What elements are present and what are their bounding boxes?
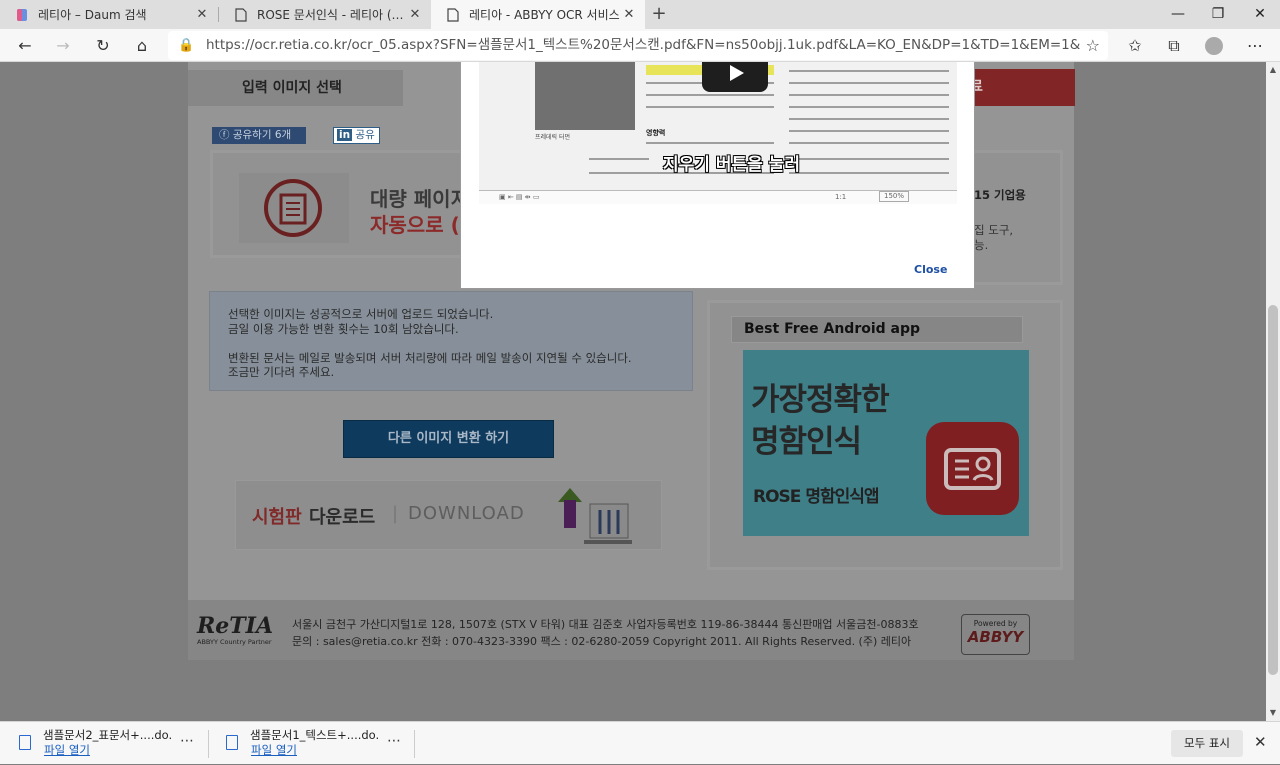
close-tab-icon[interactable]: ✕ [407, 7, 423, 22]
download-item[interactable]: 샘플문서2_표문서+....do... 파일 열기 ⋯ [0, 722, 206, 765]
page-icon [447, 7, 459, 22]
banner-title: 대량 페이지 [370, 187, 469, 211]
viewer-toolbar: ▣ ⇤ ▤ ⇹ ▭ 1:1 150% [479, 190, 957, 204]
fit-label: 1:1 [835, 193, 847, 201]
show-all-downloads-button[interactable]: 모두 표시 [1171, 730, 1243, 757]
download-item[interactable]: 샘플문서1_텍스트+....do... 파일 열기 ⋯ [207, 722, 413, 765]
close-tab-icon[interactable]: ✕ [194, 7, 210, 22]
more-menu-icon[interactable]: ⋯ [1242, 33, 1268, 59]
step-label: 입력 이미지 선택 [188, 70, 403, 106]
close-downloads-bar-icon[interactable]: ✕ [1254, 733, 1267, 751]
close-popup-link[interactable]: Close [914, 263, 947, 276]
download-options-icon[interactable]: ⋯ [180, 733, 194, 749]
powered-by-abbyy-logo: Powered by ABBYY [961, 614, 1030, 655]
divider: | [392, 503, 399, 524]
retia-logo: ReTIA ABBYY Country Partner [197, 613, 274, 646]
tutorial-popup: 프레데릭 터먼 영향력 지우기 버튼을 눌러 ▣ ⇤ ▤ ⇹ ▭ 1:1 150… [460, 62, 975, 289]
lock-icon: 🔒 [178, 38, 195, 53]
close-tab-icon[interactable]: ✕ [621, 7, 637, 22]
page-scrollbar[interactable]: ▲ ▼ [1266, 62, 1280, 721]
tab-abbyy-ocr[interactable]: 레티아 - ABBYY OCR 서비스 ✕ [431, 0, 645, 29]
video-caption: 지우기 버튼을 눌러 [663, 155, 800, 175]
download-label-en: DOWNLOAD [408, 503, 525, 524]
scrollbar-thumb[interactable] [1268, 305, 1278, 675]
banner-subtitle: 자동으로 ( [370, 213, 460, 237]
home-icon[interactable]: ⌂ [129, 33, 155, 59]
tab-title: ROSE 문서인식 - 레티아 (ReTIA) [257, 8, 407, 22]
ad-headline-2: 명함인식 [751, 424, 862, 460]
profile-avatar-icon[interactable] [1201, 33, 1227, 59]
collections-icon[interactable]: ⧉ [1161, 33, 1187, 59]
android-app-ad: Best Free Android app 가장정확한 명함인식 ROSE 명함… [707, 300, 1063, 570]
minimize-icon[interactable]: — [1158, 0, 1198, 29]
download-filename: 샘플문서2_표문서+....do... [43, 728, 173, 742]
download-label: 다운로드 [309, 507, 376, 528]
daum-favicon-icon [17, 8, 27, 21]
refresh-icon[interactable]: ↻ [90, 33, 116, 59]
ad-heading: Best Free Android app [731, 316, 1023, 343]
tab-strip: 레티아 – Daum 검색 ✕ ROSE 문서인식 - 레티아 (ReTIA) … [0, 0, 1280, 29]
business-card-app-ad-image[interactable]: 가장정확한 명함인식 ROSE 명함인식앱 [743, 350, 1029, 536]
product-info-title: 15 기업용 [974, 188, 1026, 202]
favorites-icon[interactable]: ✩ [1122, 33, 1148, 59]
doc-heading: 영향력 [646, 129, 666, 137]
word-file-icon [226, 735, 238, 750]
linkedin-icon: in [337, 129, 353, 141]
close-window-icon[interactable]: ✕ [1240, 0, 1280, 29]
install-icon [558, 488, 632, 544]
portrait-photo [535, 62, 635, 130]
address-bar[interactable]: 🔒 https://ocr.retia.co.kr/ocr_05.aspx?SF… [168, 31, 1108, 60]
tab-title: 레티아 - ABBYY OCR 서비스 [469, 8, 620, 22]
zoom-select[interactable]: 150% [879, 191, 910, 202]
upload-status-message: 선택한 이미지는 성공적으로 서버에 업로드 되었습니다. 금일 이용 가능한 … [209, 291, 693, 391]
page-footer: ReTIA ABBYY Country Partner 서울시 금천구 가산디지… [188, 600, 1074, 660]
back-icon[interactable]: ← [12, 33, 38, 59]
company-info: 서울시 금천구 가산디지털1로 128, 1507호 (STX V 타워) 대표… [292, 618, 919, 648]
page-icon [235, 7, 247, 22]
download-options-icon[interactable]: ⋯ [387, 733, 401, 749]
scroll-up-icon[interactable]: ▲ [1266, 65, 1280, 74]
business-card-icon [926, 422, 1019, 515]
open-file-link[interactable]: 파일 열기 [44, 742, 90, 758]
favorite-star-icon[interactable]: ☆ [1079, 31, 1100, 60]
photo-caption: 프레데릭 터먼 [535, 134, 571, 141]
linkedin-share-button[interactable]: in 공유 [333, 127, 380, 144]
product-info-text: 집 도구, 능. [974, 223, 1014, 252]
scroll-down-icon[interactable]: ▼ [1266, 708, 1280, 717]
word-file-icon [19, 735, 31, 750]
document-cycle-icon [239, 173, 349, 243]
tutorial-video[interactable]: 프레데릭 터먼 영향력 지우기 버튼을 눌러 ▣ ⇤ ▤ ⇹ ▭ 1:1 150… [479, 62, 957, 204]
forward-icon[interactable]: → [50, 33, 76, 59]
downloads-bar: 샘플문서2_표문서+....do... 파일 열기 ⋯ 샘플문서1_텍스트+..… [0, 721, 1280, 764]
tab-daum-search[interactable]: 레티아 – Daum 검색 ✕ [0, 0, 218, 29]
trial-download-banner[interactable]: 시험판 다운로드 | DOWNLOAD [235, 480, 662, 550]
new-tab-icon[interactable]: + [648, 3, 670, 25]
page-view-icons[interactable]: ▣ ⇤ ▤ ⇹ ▭ [499, 193, 539, 201]
open-file-link[interactable]: 파일 열기 [251, 742, 297, 758]
restore-icon[interactable]: ❐ [1198, 0, 1238, 29]
divider [414, 730, 415, 758]
facebook-share-button[interactable]: ⓕ 공유하기 6개 [212, 127, 306, 144]
download-filename: 샘플문서1_텍스트+....do... [250, 728, 380, 742]
tab-title: 레티아 – Daum 검색 [38, 8, 147, 22]
navigation-bar: ← → ↻ ⌂ 🔒 https://ocr.retia.co.kr/ocr_05… [0, 29, 1280, 62]
convert-another-image-button[interactable]: 다른 이미지 변환 하기 [343, 420, 554, 458]
trial-label: 시험판 [252, 507, 302, 528]
url-text: https://ocr.retia.co.kr/ocr_05.aspx?SFN=… [206, 37, 1094, 53]
tab-rose-ocr[interactable]: ROSE 문서인식 - 레티아 (ReTIA) ✕ [219, 0, 431, 29]
play-button-icon[interactable] [702, 62, 768, 92]
ad-app-name: ROSE 명함인식앱 [753, 487, 880, 507]
ad-headline-1: 가장정확한 [751, 382, 890, 418]
facebook-icon: ⓕ [219, 129, 233, 141]
